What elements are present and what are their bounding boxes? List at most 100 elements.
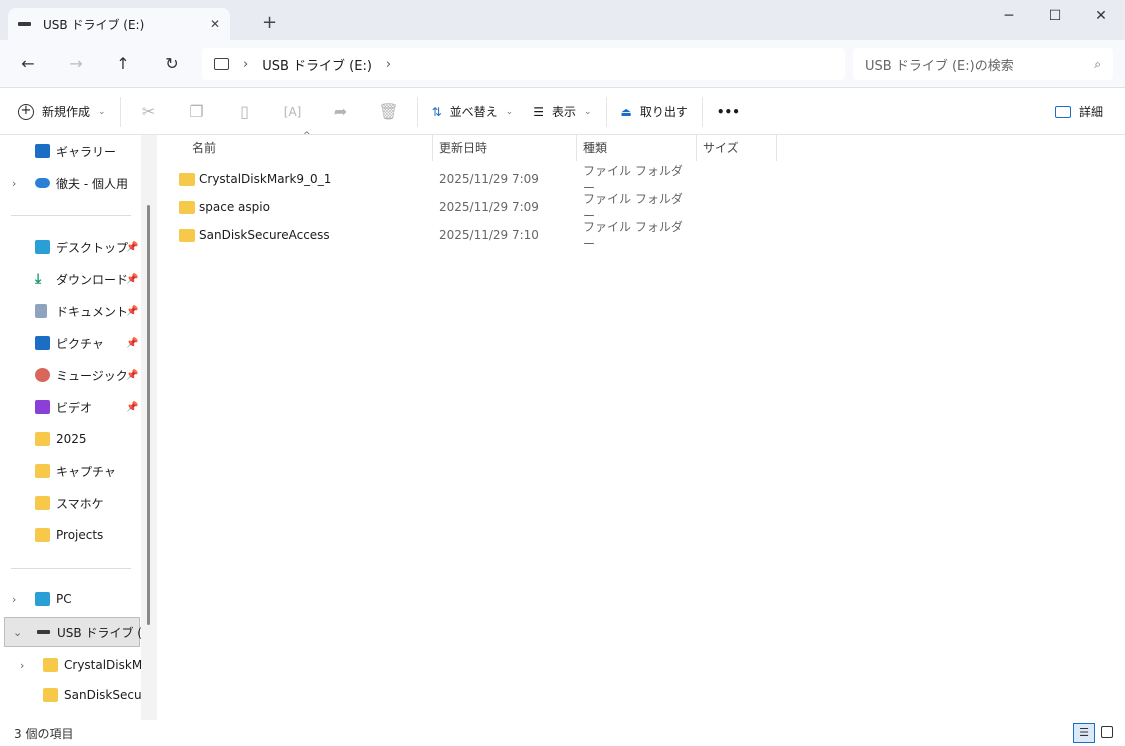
back-button[interactable]: ← — [16, 52, 40, 76]
share-icon: ➦ — [333, 102, 348, 121]
sidebar-item-downloads[interactable]: ⤓ ダウンロード 📌 — [0, 265, 141, 293]
sidebar-item-crystaldiskmark[interactable]: › CrystalDiskMark9_0_1 — [0, 651, 141, 679]
pin-icon[interactable]: 📌 — [126, 338, 138, 349]
pin-icon[interactable]: 📌 — [126, 242, 138, 253]
item-count: 3 個の項目 — [14, 726, 74, 741]
scrollbar-thumb[interactable] — [147, 205, 150, 625]
close-tab-button[interactable]: ✕ — [210, 17, 220, 31]
chevron-right-icon[interactable]: › — [243, 57, 248, 72]
column-header-type[interactable]: 種類 — [577, 135, 697, 161]
sidebar-item-sandisksecureaccess[interactable]: SanDiskSecureAccess — [0, 681, 141, 709]
list-icon: ☰ — [533, 104, 544, 119]
divider — [11, 568, 131, 569]
view-button[interactable]: ☰ 表示 ⌄ — [523, 96, 601, 128]
sidebar-item-pictures[interactable]: ピクチャ 📌 — [0, 329, 141, 357]
file-name: SanDiskSecureAccess — [199, 228, 330, 242]
folder-icon — [43, 688, 58, 702]
rename-button[interactable]: [A] — [269, 96, 317, 128]
file-date: 2025/11/29 7:09 — [439, 172, 539, 186]
breadcrumb-usb-drive[interactable]: USB ドライブ (E:) — [262, 55, 372, 74]
chevron-right-icon[interactable]: › — [386, 57, 391, 72]
file-name: space aspio — [199, 200, 270, 214]
pictures-icon — [35, 336, 50, 350]
status-bar: 3 個の項目 ☰ — [0, 720, 1125, 746]
chevron-right-icon[interactable]: › — [20, 659, 24, 672]
address-bar[interactable]: › USB ドライブ (E:) › — [202, 48, 845, 80]
pin-icon[interactable]: 📌 — [126, 274, 138, 285]
pc-monitor-icon[interactable] — [214, 58, 229, 70]
table-row[interactable]: space aspio 2025/11/29 7:09 ファイル フォルダー — [170, 192, 690, 223]
chevron-down-icon[interactable]: ⌄ — [13, 626, 22, 639]
cut-button[interactable]: ✂ — [125, 96, 173, 128]
folder-icon — [35, 464, 50, 478]
pin-icon[interactable]: 📌 — [126, 370, 138, 381]
sidebar-item-pc[interactable]: › PC — [0, 585, 141, 613]
details-view-button[interactable]: ☰ — [1073, 723, 1095, 743]
command-bar: + 新規作成 ⌄ ✂ ❐ ▯ [A] ➦ 🗑 ⇅ 並べ替え ⌄ ☰ 表示 ⌄ ⏏ 取り出す … — [0, 89, 1125, 135]
view-label: 表示 — [551, 105, 576, 119]
table-row[interactable]: CrystalDiskMark9_0_1 2025/11/29 7:09 ファイル … — [170, 164, 690, 195]
search-icon: ⌕ — [1094, 56, 1101, 71]
folder-icon — [35, 496, 50, 510]
tab-usb-drive[interactable]: USB ドライブ (E:) ✕ — [8, 8, 230, 40]
up-button[interactable]: ↑ — [111, 52, 135, 76]
video-icon — [35, 400, 50, 414]
gallery-icon — [35, 144, 50, 158]
delete-button[interactable]: 🗑 — [365, 96, 413, 128]
pin-icon[interactable]: 📌 — [126, 306, 138, 317]
table-row[interactable]: SanDiskSecureAccess 2025/11/29 7:10 ファイル フ… — [170, 220, 690, 251]
rename-icon: [A] — [283, 104, 302, 119]
sidebar-item-usb-drive[interactable]: ⌄ USB ドライブ (E:) — [4, 617, 142, 647]
sidebar-item-music[interactable]: ミュージック 📌 — [0, 361, 141, 389]
refresh-button[interactable]: ↻ — [160, 52, 184, 76]
column-header-date[interactable]: 更新日時 — [433, 135, 577, 161]
sidebar-item-2025[interactable]: 2025 — [0, 425, 141, 453]
sidebar-item-gallery[interactable]: ギャラリー — [0, 137, 141, 165]
trash-icon: 🗑 — [378, 102, 399, 121]
sidebar-item-sumahoke[interactable]: スマホケ — [0, 489, 141, 517]
label: SanDiskSecureAccess — [64, 688, 141, 702]
sidebar-item-desktop[interactable]: デスクトップ 📌 — [0, 233, 141, 261]
sidebar-item-documents[interactable]: ドキュメント 📌 — [0, 297, 141, 325]
chevron-right-icon[interactable]: › — [12, 177, 16, 190]
sidebar-item-onedrive[interactable]: › 徹夫 - 個人用 — [0, 169, 141, 197]
large-icons-view-button[interactable] — [1101, 726, 1113, 738]
pin-icon[interactable]: 📌 — [126, 402, 138, 413]
sidebar-item-projects[interactable]: Projects — [0, 521, 141, 549]
maximize-button[interactable]: ☐ — [1032, 4, 1078, 28]
search-input[interactable]: USB ドライブ (E:)の検索 ⌕ — [853, 48, 1113, 80]
minimize-button[interactable]: ─ — [986, 4, 1032, 28]
more-options-button[interactable]: ••• — [707, 96, 750, 128]
file-list: ^ 名前 更新日時 種類 サイズ CrystalDiskMark9_0_1 202… — [160, 131, 1125, 720]
folder-icon — [179, 228, 195, 242]
forward-button[interactable]: → — [64, 52, 88, 76]
sidebar-item-capture[interactable]: キャプチャ — [0, 457, 141, 485]
label: スマホケ — [56, 496, 104, 511]
chevron-right-icon[interactable]: › — [12, 593, 16, 606]
column-header-name[interactable]: 名前 — [186, 135, 433, 161]
details-pane-button[interactable]: 詳細 — [1045, 96, 1113, 128]
pc-icon — [35, 592, 50, 606]
share-button[interactable]: ➦ — [317, 96, 365, 128]
label: ビデオ — [56, 400, 93, 415]
sort-button[interactable]: ⇅ 並べ替え ⌄ — [422, 96, 524, 128]
paste-button[interactable]: ▯ — [221, 96, 269, 128]
file-type: ファイル フォルダー — [583, 220, 683, 251]
new-button[interactable]: + 新規作成 ⌄ — [8, 96, 116, 128]
label: CrystalDiskMark9_0_1 — [64, 658, 141, 672]
eject-button[interactable]: ⏏ 取り出す — [611, 96, 698, 128]
navigation-pane: ギャラリー › 徹夫 - 個人用 デスクトップ 📌 ⤓ ダウンロード 📌 ドキュメント 📌… — [0, 135, 142, 720]
close-window-button[interactable]: ✕ — [1078, 4, 1124, 28]
copy-button[interactable]: ❐ — [173, 96, 221, 128]
new-tab-button[interactable]: + — [262, 12, 277, 33]
clipboard-icon: ▯ — [240, 102, 249, 121]
details-label: 詳細 — [1078, 105, 1103, 119]
sidebar-item-videos[interactable]: ビデオ 📌 — [0, 393, 141, 421]
copy-icon: ❐ — [189, 102, 204, 121]
plus-circle-icon: + — [18, 103, 34, 120]
column-header-size[interactable]: サイズ — [697, 135, 777, 161]
label: USB ドライブ (E:) — [57, 625, 142, 640]
label: ダウンロード — [56, 272, 129, 287]
file-name: CrystalDiskMark9_0_1 — [199, 172, 332, 186]
search-placeholder: USB ドライブ (E:)の検索 — [865, 58, 1014, 74]
